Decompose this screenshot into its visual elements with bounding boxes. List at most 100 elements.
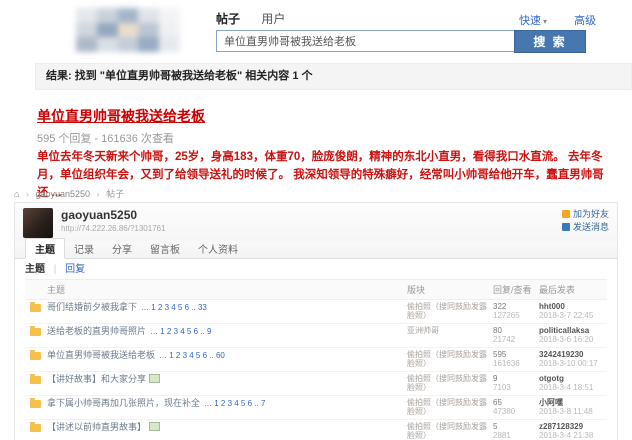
folder-icon [30,398,41,408]
breadcrumb-user-link[interactable]: gaoyuan5250 [35,189,90,199]
thread-pagination[interactable]: … 1 2 3 4 5 6 .. 60 [159,351,225,360]
view-count: 127265 [493,311,520,321]
tab-messageboard[interactable]: 留言板 [141,239,189,258]
profile-actions: 加为好友 发送消息 [561,208,609,234]
subtab-replies[interactable]: 回复 [65,264,85,275]
thread-counts: 322 127265 [493,302,539,320]
thread-title-cell: 【讲好故事】和大家分享 [25,374,407,385]
page: 帖子 用户 快速▾ 高级 搜 索 结果: 找到 "单位直男帅哥被我送给老板" 相… [0,0,632,440]
profile-tabs: 主题 记录 分享 留言板 个人资料 [15,238,617,259]
friend-icon [561,210,570,218]
avatar[interactable] [23,208,53,238]
thread-rows: 哥们结婚前夕被我拿下 … 1 2 3 4 5 6 .. 33 偷拍照（搜同鼓励发露… [25,300,607,440]
profile-card: gaoyuan5250 http://74.222.26.86/?1301761… [14,202,618,440]
table-header: 主题 版块 回复/查看 最后发表 [25,279,607,300]
folder-icon [30,302,41,312]
folder-icon [30,422,41,432]
lastpost-time: 2018-3-4 21:38 [539,431,594,440]
thread-pagination[interactable]: … 1 2 3 4 5 6 .. 33 [141,303,207,312]
thread-title-link[interactable]: 拿下属小帅哥再加几张照片，现在补全 [47,398,200,408]
tab-profile-info[interactable]: 个人资料 [189,239,247,258]
header-replies-views: 回复/查看 [493,285,532,295]
lastpost-user-link[interactable]: otgotg [539,374,607,383]
header-subject: 主题 [47,285,66,295]
folder-icon [30,350,41,360]
thread-counts: 595 161636 [493,350,539,368]
thread-forum-link[interactable]: 偷拍照（搜同鼓励发露脸照） [407,302,487,320]
table-row: 哥们结婚前夕被我拿下 … 1 2 3 4 5 6 .. 33 偷拍照（搜同鼓励发露… [25,300,607,324]
thread-title-cell: 送给老板的直男帅哥照片 … 1 2 3 4 5 6 .. 9 [25,326,407,337]
reply-count: 5 [493,422,498,431]
thread-counts: 80 21742 [493,326,539,344]
tab-shares[interactable]: 分享 [103,239,141,258]
view-count: 2881 [493,431,511,440]
search-input[interactable] [216,30,516,52]
lastpost-cell: hht000 2018-3-7 22:45 [539,302,607,320]
result-title-link[interactable]: 单位直男帅哥被我送给老板 [37,108,205,124]
tab-users[interactable]: 用户 [261,12,285,26]
profile-username: gaoyuan5250 [61,208,138,222]
thread-forum-link[interactable]: 偷拍照（搜同鼓励发露脸照） [407,374,487,392]
image-attachment-icon [149,422,161,431]
reply-count: 322 [493,302,507,311]
lastpost-time: 2018-3-6 16:20 [539,335,594,345]
subtab-divider: | [53,264,57,275]
lastpost-time: 2018-3-7 22:45 [539,311,594,321]
image-attachment-icon [149,374,161,383]
result-stats: 595 个回复 - 161636 次查看 [37,133,174,145]
lastpost-cell: 小阿嘿 2018-3-8 11:48 [539,398,607,416]
lastpost-cell: z287128329 2018-3-4 21:38 [539,422,607,440]
reply-count: 595 [493,350,507,359]
thread-counts: 5 2881 [493,422,539,440]
view-count: 47380 [493,407,516,417]
thread-title-link[interactable]: 哥们结婚前夕被我拿下 [47,302,137,312]
view-count: 7103 [493,383,511,393]
result-count-bar: 结果: 找到 "单位直男帅哥被我送给老板" 相关内容 1 个 [35,63,632,90]
tab-posts[interactable]: 帖子 [216,12,240,26]
table-row: 【讲述以前帅直男故事】 偷拍照（搜同鼓励发露脸照） 5 2881 z287128… [25,420,607,440]
thread-title-link[interactable]: 单位直男帅哥被我送给老板 [47,350,155,360]
thread-title-link[interactable]: 【讲述以前帅直男故事】 [47,422,146,432]
lastpost-user-link[interactable]: politicallaksa [539,326,607,335]
thread-pagination[interactable]: … 1 2 3 4 5 6 .. 7 [204,399,265,408]
reply-count: 9 [493,374,498,383]
table-row: 送给老板的直男帅哥照片 … 1 2 3 4 5 6 .. 9 亚洲帅哥 80 21… [25,324,607,348]
profile-header: gaoyuan5250 http://74.222.26.86/?1301761… [15,203,617,241]
thread-counts: 65 47380 [493,398,539,416]
reply-count: 80 [493,326,502,335]
thread-title-link[interactable]: 【讲好故事】和大家分享 [47,374,146,384]
thread-counts: 9 7103 [493,374,539,392]
message-icon [561,223,570,231]
site-logo-blurred [76,8,180,52]
header-forum: 版块 [407,285,426,295]
lastpost-time: 2018-3-4 18:51 [539,383,594,393]
thread-forum-link[interactable]: 偷拍照（搜同鼓励发露脸照） [407,422,487,440]
breadcrumb: ⌂ › gaoyuan5250 › 帖子 [14,188,618,200]
header-lastpost: 最后发表 [539,285,576,295]
add-friend-button[interactable]: 加为好友 [561,208,609,221]
thread-forum-link[interactable]: 偷拍照（搜同鼓励发露脸照） [407,398,487,416]
view-count: 21742 [493,335,516,345]
thread-list-panel: 主题 | 回复 主题 版块 回复/查看 最后发表 哥们结婚前夕被我拿下 … 1 2… [15,259,617,440]
tab-records[interactable]: 记录 [65,239,103,258]
advanced-search-link[interactable]: 高级 [574,15,596,27]
lastpost-user-link[interactable]: 3242419230 [539,350,607,359]
lastpost-cell: politicallaksa 2018-3-6 16:20 [539,326,607,344]
quick-search-link[interactable]: 快速 ▾ [519,15,549,27]
home-icon[interactable]: ⌂ [14,189,19,199]
folder-icon [30,374,41,384]
send-message-button[interactable]: 发送消息 [561,221,609,234]
thread-pagination[interactable]: … 1 2 3 4 5 6 .. 9 [150,327,211,336]
lastpost-user-link[interactable]: hht000 [539,302,607,311]
tab-threads[interactable]: 主题 [25,238,65,259]
subtab-threads[interactable]: 主题 [25,264,45,275]
thread-title-link[interactable]: 送给老板的直男帅哥照片 [47,326,146,336]
lastpost-user-link[interactable]: z287128329 [539,422,607,431]
thread-forum-link[interactable]: 偷拍照（搜同鼓励发露脸照） [407,350,487,368]
reply-count: 65 [493,398,502,407]
thread-forum-link[interactable]: 亚洲帅哥 [407,326,439,335]
search-button[interactable]: 搜 索 [514,30,586,53]
breadcrumb-separator: › [25,189,29,199]
thread-title-cell: 拿下属小帅哥再加几张照片，现在补全 … 1 2 3 4 5 6 .. 7 [25,398,407,409]
lastpost-user-link[interactable]: 小阿嘿 [539,398,607,407]
